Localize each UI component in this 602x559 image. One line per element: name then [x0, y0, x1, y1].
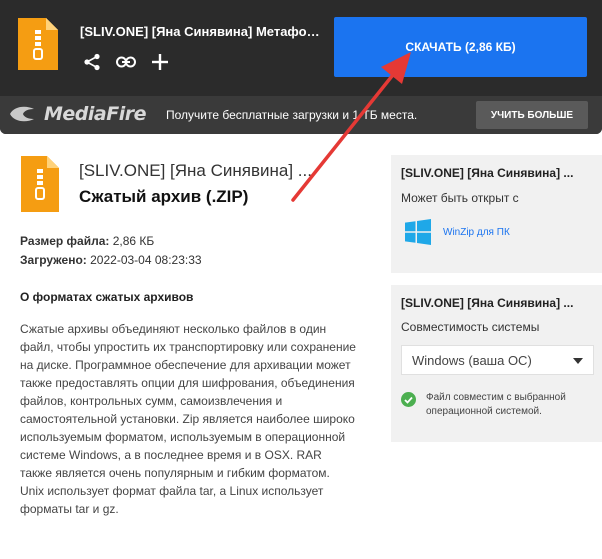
file-size: Размер файла: 2,86 КБ — [20, 234, 154, 248]
upload-date-label: Загружено: — [20, 253, 87, 267]
chevron-down-icon — [573, 358, 583, 364]
promo-text: Получите бесплатные загрузки и 1 ТБ мест… — [166, 108, 418, 122]
link-icon[interactable] — [116, 52, 136, 72]
open-card-title: [SLIV.ONE] [Яна Синявина] ... — [401, 166, 574, 180]
os-select-value: Windows (ваша ОС) — [412, 353, 532, 368]
compat-card-subtitle: Совместимость системы — [401, 320, 540, 334]
os-select[interactable]: Windows (ваша ОС) — [401, 345, 594, 375]
upload-date-value: 2022-03-04 08:23:33 — [90, 253, 202, 267]
winzip-link[interactable]: WinZip для ПК — [405, 219, 510, 245]
plus-icon[interactable] — [150, 52, 170, 72]
about-text: Сжатые архивы объединяют несколько файло… — [20, 322, 356, 516]
header-file-title: [SLIV.ONE] [Яна Синявина] Метафор... — [80, 24, 320, 39]
header-actions — [82, 52, 170, 72]
mediafire-logo-text: MediaFire — [44, 103, 146, 125]
zip-file-icon — [20, 155, 60, 213]
file-size-value: 2,86 КБ — [112, 234, 155, 248]
file-size-label: Размер файла: — [20, 234, 110, 248]
file-header-panel: [SLIV.ONE] [Яна Синявина] Метафор... СКА… — [0, 0, 602, 134]
file-name: [SLIV.ONE] [Яна Синявина] ... — [79, 161, 312, 180]
winzip-label: WinZip для ПК — [443, 226, 510, 238]
open-card-subtitle: Может быть открыт с — [401, 191, 519, 205]
mediafire-logo[interactable]: MediaFire — [8, 103, 146, 125]
zip-file-icon — [16, 16, 60, 72]
download-button[interactable]: СКАЧАТЬ (2,86 КБ) — [334, 17, 587, 77]
compat-status: Файл совместим с выбранной операционной … — [401, 391, 591, 419]
mediafire-flame-icon — [10, 106, 34, 122]
compat-card-title: [SLIV.ONE] [Яна Синявина] ... — [401, 296, 574, 310]
check-icon — [401, 392, 416, 407]
learn-more-button[interactable]: УЧИТЬ БОЛЬШЕ — [476, 101, 588, 129]
about-title: О форматах сжатых архивов — [20, 290, 194, 304]
promo-bar: MediaFire Получите бесплатные загрузки и… — [0, 96, 602, 134]
share-icon[interactable] — [82, 52, 102, 72]
windows-icon — [405, 219, 431, 245]
upload-date: Загружено: 2022-03-04 08:23:33 — [20, 253, 202, 267]
compat-text: Файл совместим с выбранной операционной … — [426, 392, 566, 417]
file-type: Сжатый архив (.ZIP) — [79, 187, 249, 206]
system-compat-card: [SLIV.ONE] [Яна Синявина] ... Совместимо… — [391, 285, 602, 442]
open-with-card: [SLIV.ONE] [Яна Синявина] ... Может быть… — [391, 155, 602, 273]
